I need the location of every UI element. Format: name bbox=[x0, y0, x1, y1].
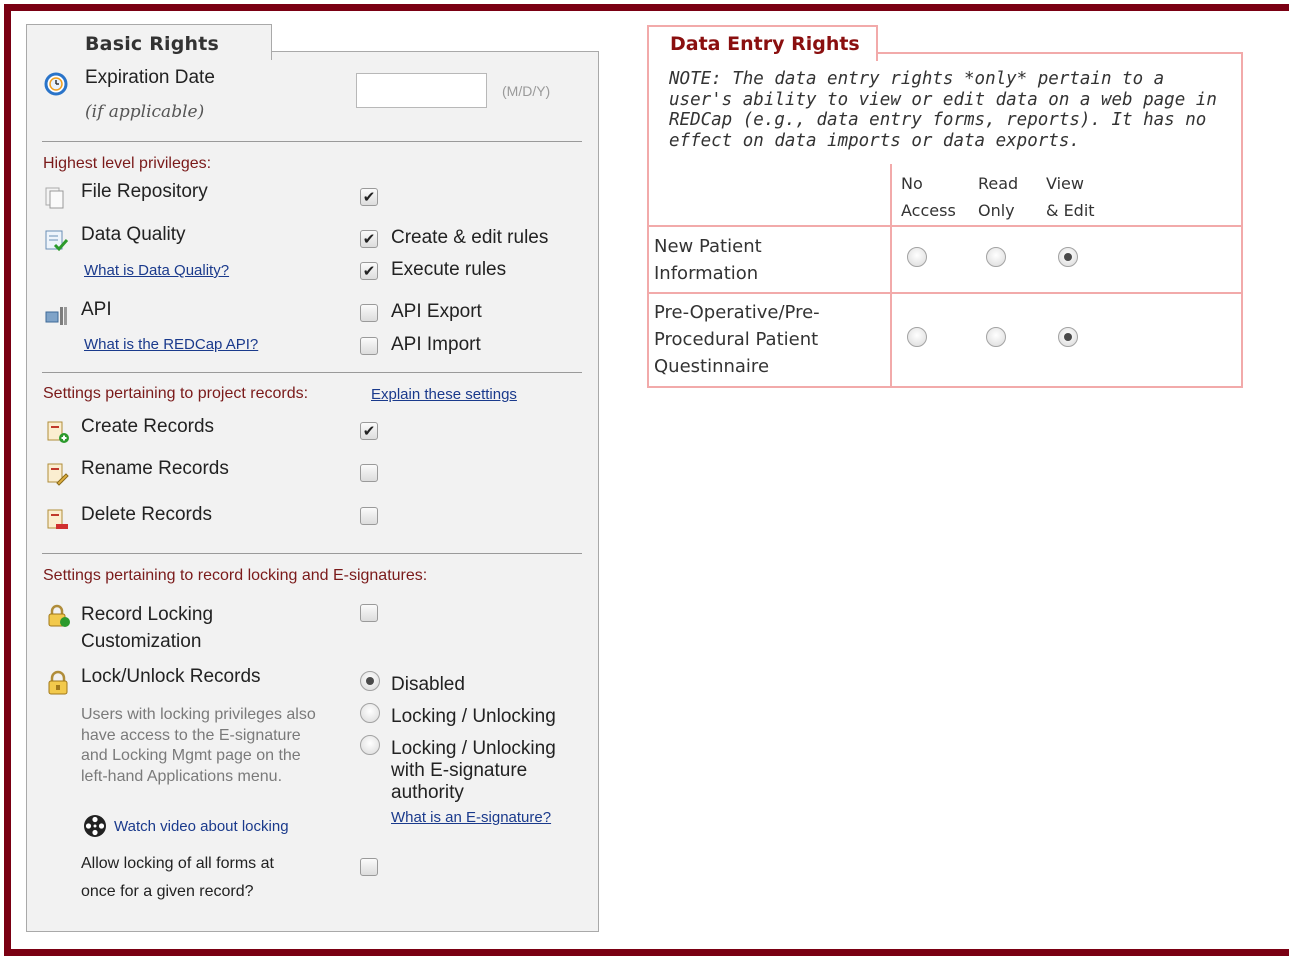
expiration-date-sublabel: (if applicable) bbox=[85, 102, 205, 122]
api-icon bbox=[43, 303, 69, 329]
what-is-data-quality-link[interactable]: What is Data Quality? bbox=[84, 262, 229, 279]
locking-unlocking-radio[interactable] bbox=[360, 703, 380, 723]
rename-records-label: Rename Records bbox=[81, 458, 229, 479]
api-import-label: API Import bbox=[391, 334, 481, 355]
divider bbox=[42, 141, 582, 142]
record-locking-customization-label-2: Customization bbox=[81, 631, 202, 652]
divider bbox=[42, 553, 582, 554]
execute-rules-label: Execute rules bbox=[391, 259, 507, 280]
create-records-label: Create Records bbox=[81, 416, 215, 437]
lock-all-forms-label-1: Allow locking of all forms at bbox=[81, 855, 274, 872]
lock-unlock-records-label: Lock/Unlock Records bbox=[81, 666, 261, 687]
locking-help-text: Users with locking privileges also have … bbox=[81, 706, 316, 785]
highest-privileges-header: Highest level privileges: bbox=[43, 155, 212, 172]
lock-customization-icon bbox=[45, 603, 71, 629]
api-export-checkbox[interactable] bbox=[360, 304, 378, 322]
locking-disabled-label: Disabled bbox=[391, 674, 465, 695]
create-edit-rules-checkbox[interactable]: ✔ bbox=[360, 230, 378, 248]
lock-all-forms-checkbox[interactable] bbox=[360, 858, 378, 876]
clock-icon bbox=[43, 70, 69, 96]
rename-record-icon bbox=[45, 461, 71, 487]
delete-record-icon bbox=[45, 507, 71, 533]
rename-records-checkbox[interactable] bbox=[360, 464, 378, 482]
data-quality-icon bbox=[43, 227, 69, 253]
expiration-date-label: Expiration Date bbox=[85, 67, 215, 88]
what-is-redcap-api-link[interactable]: What is the REDCap API? bbox=[84, 336, 258, 353]
explain-settings-link[interactable]: Explain these settings bbox=[371, 386, 517, 403]
locking-esig-header: Settings pertaining to record locking an… bbox=[43, 567, 428, 584]
locking-esig-radio[interactable] bbox=[360, 735, 380, 755]
create-records-checkbox[interactable]: ✔ bbox=[360, 422, 378, 440]
locking-esig-label: Locking / Unlocking with E-signature aut… bbox=[391, 738, 556, 803]
file-repository-icon bbox=[43, 184, 69, 210]
file-repository-label: File Repository bbox=[81, 181, 208, 202]
delete-records-label: Delete Records bbox=[81, 504, 212, 525]
delete-records-checkbox[interactable] bbox=[360, 507, 378, 525]
record-locking-customization-label-1: Record Locking bbox=[81, 604, 214, 625]
date-format-hint: (M/D/Y) bbox=[502, 83, 551, 99]
create-record-icon bbox=[45, 419, 71, 445]
locking-unlocking-label: Locking / Unlocking bbox=[391, 706, 556, 727]
create-edit-rules-label: Create & edit rules bbox=[391, 227, 549, 248]
execute-rules-checkbox[interactable]: ✔ bbox=[360, 262, 378, 280]
expiration-date-input[interactable] bbox=[356, 73, 487, 108]
film-reel-icon bbox=[82, 813, 108, 839]
divider bbox=[42, 372, 582, 373]
watch-video-locking-link[interactable]: Watch video about locking bbox=[114, 818, 289, 835]
lock-icon bbox=[45, 670, 71, 696]
file-repository-checkbox[interactable]: ✔ bbox=[360, 188, 378, 206]
record-locking-customization-checkbox[interactable] bbox=[360, 604, 378, 622]
locking-disabled-radio[interactable] bbox=[360, 671, 380, 691]
api-import-checkbox[interactable] bbox=[360, 337, 378, 355]
api-label: API bbox=[81, 299, 112, 320]
data-quality-label: Data Quality bbox=[81, 224, 186, 245]
lock-all-forms-label-2: once for a given record? bbox=[81, 883, 254, 900]
project-records-header: Settings pertaining to project records: bbox=[43, 385, 309, 402]
api-export-label: API Export bbox=[391, 301, 482, 322]
what-is-esignature-link[interactable]: What is an E-signature? bbox=[391, 809, 551, 826]
